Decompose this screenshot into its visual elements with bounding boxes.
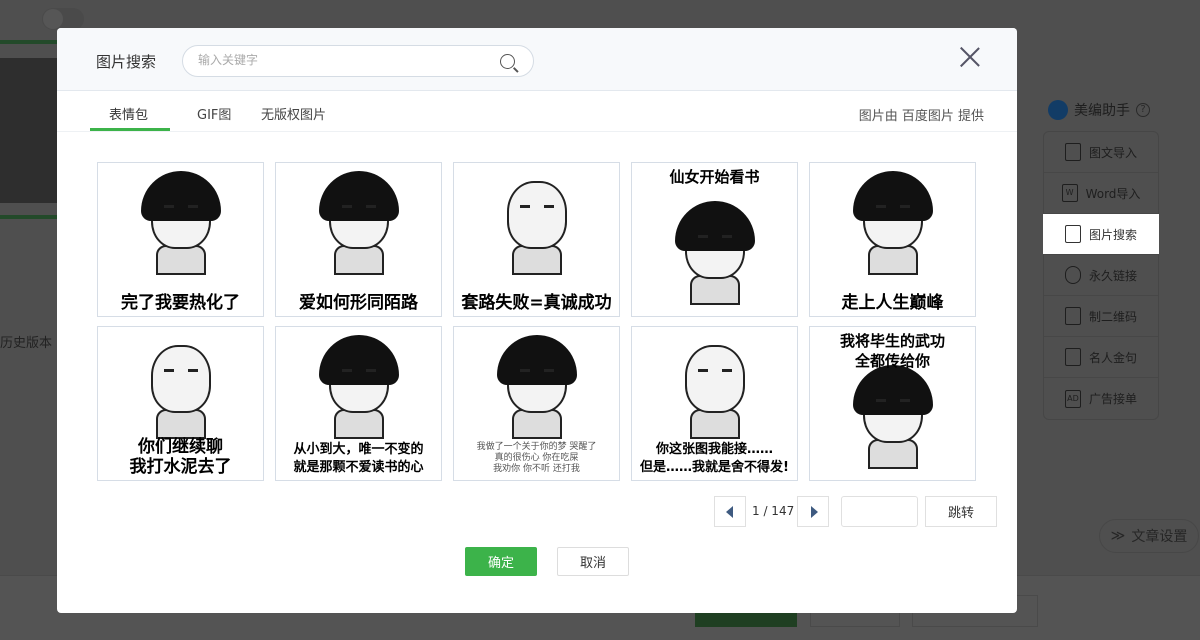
meme-image: [848, 171, 938, 275]
image-card[interactable]: 走上人生巅峰: [809, 162, 976, 317]
image-card[interactable]: 我做了一个关于你的梦 哭醒了 真的很伤心 你在吃屎 我劝你 你不听 还打我: [453, 326, 620, 481]
image-card[interactable]: 仙女开始看书: [631, 162, 798, 317]
meme-caption: 你这张图我能接…… 但是……我就是舍不得发!: [640, 442, 789, 475]
image-card[interactable]: 你们继续聊 我打水泥去了: [97, 326, 264, 481]
preview-panel: [0, 58, 60, 203]
meme-caption: 从小到大，唯一不变的 就是那颗不爱读书的心: [293, 442, 424, 475]
image-search-icon: [1064, 225, 1081, 243]
image-card[interactable]: 完了我要热化了: [97, 162, 264, 317]
image-import-icon: [1064, 143, 1081, 161]
confirm-button[interactable]: 确定: [465, 547, 537, 576]
meme-caption: 走上人生巅峰: [841, 293, 944, 313]
meme-caption: 爱如何形同陌路: [299, 293, 418, 313]
search-icon[interactable]: [500, 54, 515, 69]
page-indicator: 1 / 147: [752, 504, 795, 518]
divider: [0, 40, 60, 44]
tool-label: 广告接单: [1088, 392, 1137, 406]
chevron-down-icon: ≫: [1110, 528, 1126, 544]
link-icon: [1064, 266, 1081, 284]
meme-caption: 完了我要热化了: [121, 293, 240, 313]
pen-icon: [1064, 348, 1081, 366]
caret-left-icon: [726, 506, 733, 518]
divider: [0, 215, 60, 219]
meme-image: [848, 365, 938, 469]
image-grid: 完了我要热化了 爱如何形同陌路 套路失败=真诚成功 仙女开始看书 走上人生巅峰: [97, 162, 976, 481]
meme-image: [670, 201, 760, 305]
toggle-switch[interactable]: [42, 8, 84, 30]
history-version-link[interactable]: 历史版本: [0, 332, 52, 351]
help-icon[interactable]: ?: [1136, 103, 1150, 117]
close-icon[interactable]: [959, 46, 981, 68]
meme-caption: 你们继续聊 我打水泥去了: [129, 437, 232, 477]
article-settings-label: 文章设置: [1131, 529, 1188, 545]
ad-icon: AD: [1064, 389, 1081, 408]
tool-label: 永久链接: [1088, 268, 1137, 283]
image-card[interactable]: 我将毕生的武功 全都传给你: [809, 326, 976, 481]
dialog-header: 图片搜索: [57, 28, 1017, 91]
tool-permalink[interactable]: 永久链接: [1044, 255, 1158, 296]
prev-page-button[interactable]: [714, 496, 746, 527]
meme-image: [314, 171, 404, 275]
tool-qrcode[interactable]: 制二维码: [1044, 296, 1158, 337]
tool-image-search[interactable]: 图片搜索: [1043, 214, 1159, 255]
tool-label: 图片搜索: [1088, 227, 1137, 242]
image-card[interactable]: 爱如何形同陌路: [275, 162, 442, 317]
meme-image: [136, 335, 226, 439]
jump-button[interactable]: 跳转: [925, 496, 997, 527]
page-jump-input[interactable]: [841, 496, 918, 527]
image-card[interactable]: 套路失败=真诚成功: [453, 162, 620, 317]
article-settings-button[interactable]: ≫ 文章设置: [1099, 519, 1199, 553]
tool-label: 制二维码: [1088, 309, 1137, 324]
helper-title: 美编助手: [1074, 103, 1130, 119]
search-box: [182, 45, 534, 77]
meme-image: [136, 171, 226, 275]
meme-caption: 我做了一个关于你的梦 哭醒了 真的很伤心 你在吃屎 我劝你 你不听 还打我: [476, 442, 597, 474]
tab-gif[interactable]: GIF图: [197, 104, 231, 123]
word-icon: W: [1061, 184, 1078, 202]
tool-label: 名人金句: [1088, 350, 1137, 365]
helper-header: 美编助手 ?: [1048, 100, 1150, 120]
tab-emoji[interactable]: 表情包: [109, 104, 148, 123]
meme-caption: 仙女开始看书: [669, 168, 760, 186]
image-search-dialog: 图片搜索 表情包 GIF图 无版权图片 图片由 百度图片 提供 完了我要热化了 …: [57, 28, 1017, 613]
tool-list: 图文导入 W Word导入 图片搜索 永久链接 制二维码 名人金句 AD 广告接单: [1043, 131, 1159, 420]
cancel-button[interactable]: 取消: [557, 547, 629, 576]
tool-label: 图文导入: [1088, 145, 1137, 160]
tool-word-import[interactable]: W Word导入: [1044, 173, 1158, 214]
meme-caption: 我将毕生的武功 全都传给你: [839, 332, 945, 370]
tool-image-import[interactable]: 图文导入: [1044, 132, 1158, 173]
qrcode-icon: [1064, 307, 1081, 325]
meme-caption: 套路失败=真诚成功: [461, 293, 612, 313]
image-card[interactable]: 从小到大，唯一不变的 就是那颗不爱读书的心: [275, 326, 442, 481]
tool-label: Word导入: [1085, 186, 1141, 201]
dialog-title: 图片搜索: [96, 53, 157, 71]
helper-logo-icon: [1048, 100, 1068, 120]
active-tab-indicator: [90, 128, 170, 131]
image-card[interactable]: 你这张图我能接…… 但是……我就是舍不得发!: [631, 326, 798, 481]
meme-image: [314, 335, 404, 439]
tab-free-images[interactable]: 无版权图片: [261, 104, 326, 123]
next-page-button[interactable]: [797, 496, 829, 527]
meme-image: [492, 171, 582, 275]
tool-ads[interactable]: AD 广告接单: [1044, 378, 1158, 419]
meme-image: [492, 335, 582, 439]
meme-image: [670, 335, 760, 439]
provider-note: 图片由 百度图片 提供: [858, 109, 984, 124]
search-input[interactable]: [198, 53, 488, 67]
tool-quotes[interactable]: 名人金句: [1044, 337, 1158, 378]
tab-bar: 表情包 GIF图 无版权图片 图片由 百度图片 提供: [57, 91, 1017, 132]
caret-right-icon: [811, 506, 818, 518]
